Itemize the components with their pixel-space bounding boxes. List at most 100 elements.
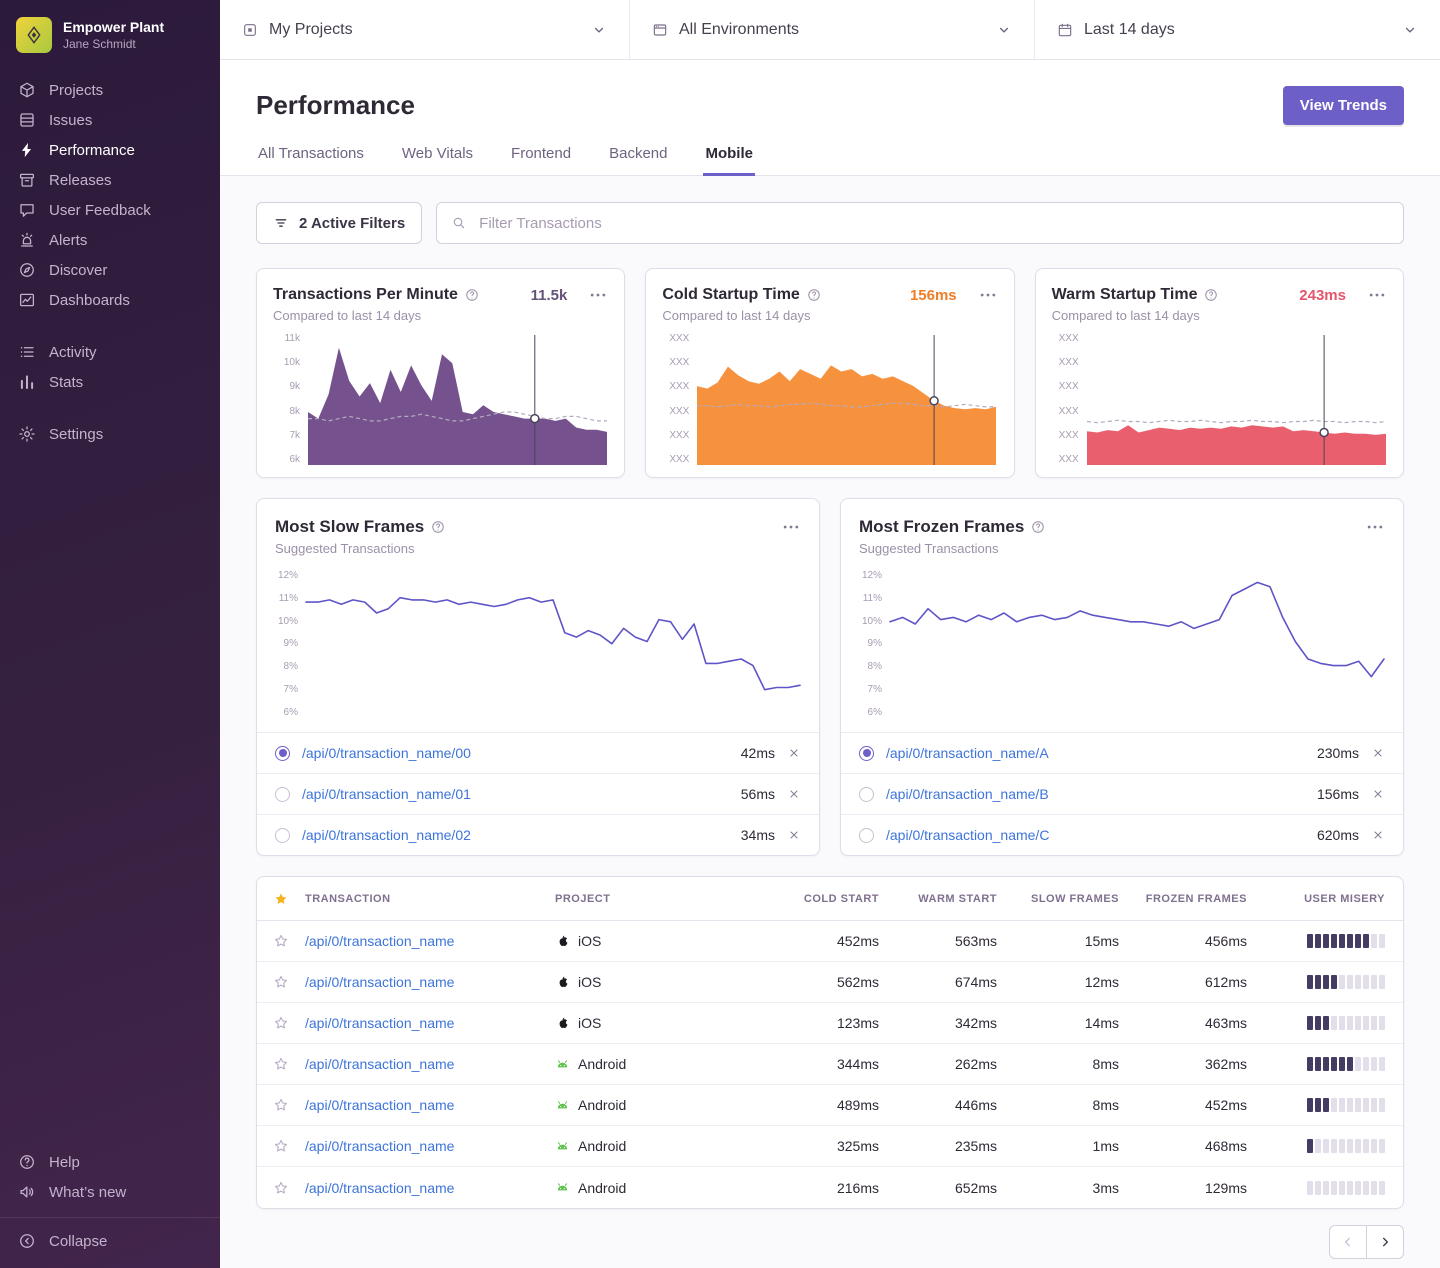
tab-web-vitals[interactable]: Web Vitals [400,145,475,176]
sidebar-item-user-feedback[interactable]: User Feedback [0,195,220,225]
question-icon[interactable] [807,288,821,302]
sidebar-item-activity[interactable]: Activity [0,337,220,367]
card-menu-button[interactable] [1365,517,1385,537]
tab-all-transactions[interactable]: All Transactions [256,145,366,176]
favorite-star-icon[interactable] [273,1015,289,1031]
favorite-star-icon[interactable] [273,974,289,990]
project-cell: Android [555,1056,767,1072]
sidebar-item-stats[interactable]: Stats [0,367,220,397]
most-frozen-frames-plot [889,570,1385,718]
org-switcher[interactable]: Empower Plant Jane Schmidt [0,0,220,63]
favorite-star-icon[interactable] [273,891,289,907]
tab-mobile[interactable]: Mobile [703,145,755,176]
sidebar-item-discover[interactable]: Discover [0,255,220,285]
sidebar-item-dashboards[interactable]: Dashboards [0,285,220,315]
transaction-radio[interactable] [859,828,874,843]
project-filter-dropdown[interactable]: My Projects [220,0,630,59]
transaction-search-input[interactable] [477,214,1389,233]
org-name: Empower Plant [63,19,164,35]
previous-page-button[interactable] [1329,1225,1367,1259]
sidebar-item-what-s-new[interactable]: What’s new [0,1177,220,1207]
transaction-link[interactable]: /api/0/transaction_name [305,1180,555,1196]
transaction-link[interactable]: /api/0/transaction_name [305,974,555,990]
remove-transaction-button[interactable] [787,828,801,842]
transaction-radio[interactable] [859,746,874,761]
environment-filter-dropdown[interactable]: All Environments [630,0,1035,59]
question-icon[interactable] [431,520,445,534]
sidebar-item-help[interactable]: Help [0,1147,220,1177]
transaction-radio[interactable] [275,746,290,761]
card-menu-button[interactable] [978,285,998,305]
remove-transaction-button[interactable] [1371,828,1385,842]
transactions-per-minute-plot [307,333,608,465]
transaction-link[interactable]: /api/0/transaction_name [305,1056,555,1072]
card-cold-startup-time: Cold Startup Time156msCompared to last 1… [645,268,1014,478]
question-icon[interactable] [1031,520,1045,534]
chart-plot-area [1086,333,1387,465]
transaction-link[interactable]: /api/0/transaction_name/B [886,786,1049,802]
transaction-radio[interactable] [859,787,874,802]
transaction-duration: 620ms [1317,827,1359,843]
tab-backend[interactable]: Backend [607,145,669,176]
card-menu-button[interactable] [781,517,801,537]
remove-transaction-button[interactable] [787,787,801,801]
android-icon [555,1098,570,1113]
tab-frontend[interactable]: Frontend [509,145,573,176]
sidebar-item-releases[interactable]: Releases [0,165,220,195]
sidebar-item-alerts[interactable]: Alerts [0,225,220,255]
transaction-link[interactable]: /api/0/transaction_name/02 [302,827,471,843]
favorite-cell [257,1180,305,1196]
sidebar-item-settings[interactable]: Settings [0,419,220,449]
sidebar-item-issues[interactable]: Issues [0,105,220,135]
question-icon[interactable] [465,288,479,302]
user-misery-bar [1253,1098,1403,1112]
misery-segment [1307,1057,1313,1071]
remove-transaction-button[interactable] [1371,787,1385,801]
y-tick-label: XXX [1052,430,1079,441]
transaction-link[interactable]: /api/0/transaction_name/01 [302,786,471,802]
favorite-star-icon[interactable] [273,1056,289,1072]
transaction-link[interactable]: /api/0/transaction_name [305,1138,555,1154]
transaction-link[interactable]: /api/0/transaction_name [305,1097,555,1113]
tabs: All Transactions Web Vitals Frontend Backen… [256,145,1404,175]
favorite-star-icon[interactable] [273,1180,289,1196]
transaction-link[interactable]: /api/0/transaction_name/A [886,745,1049,761]
environment-filter-value: All Environments [679,21,799,39]
transaction-link[interactable]: /api/0/transaction_name [305,1015,555,1031]
sidebar-item-performance[interactable]: Performance [0,135,220,165]
active-filters-button[interactable]: 2 Active Filters [256,202,422,244]
misery-segment [1363,1016,1369,1030]
transaction-radio[interactable] [275,787,290,802]
misery-segment [1339,975,1345,989]
project-name: Android [578,1180,626,1196]
transaction-link[interactable]: /api/0/transaction_name [305,933,555,949]
project-cell: iOS [555,974,767,990]
sidebar-item-projects[interactable]: Projects [0,75,220,105]
next-page-button[interactable] [1366,1225,1404,1259]
frozen-frames-value: 463ms [1125,1015,1253,1031]
misery-segment [1355,1057,1361,1071]
suggested-transaction-row: /api/0/transaction_name/A230ms [841,732,1403,773]
cold-startup-time-plot [696,333,997,465]
card-menu-button[interactable] [1367,285,1387,305]
card-subtitle: Compared to last 14 days [1052,308,1387,323]
favorite-star-icon[interactable] [273,933,289,949]
apple-icon [555,1016,570,1031]
transaction-link[interactable]: /api/0/transaction_name/00 [302,745,471,761]
project-name: iOS [578,1015,601,1031]
favorite-star-icon[interactable] [273,1138,289,1154]
transaction-radio[interactable] [275,828,290,843]
view-trends-button[interactable]: View Trends [1283,86,1404,125]
remove-transaction-button[interactable] [787,746,801,760]
misery-segment [1379,1139,1385,1153]
remove-transaction-button[interactable] [1371,746,1385,760]
date-filter-dropdown[interactable]: Last 14 days [1035,0,1440,59]
chevron-down-icon [1402,22,1418,38]
card-menu-button[interactable] [588,285,608,305]
sidebar-collapse-button[interactable]: Collapse [0,1226,220,1256]
y-tick-label: 9% [271,638,298,649]
close-icon [787,746,801,760]
question-icon[interactable] [1204,288,1218,302]
transaction-link[interactable]: /api/0/transaction_name/C [886,827,1049,843]
favorite-star-icon[interactable] [273,1097,289,1113]
